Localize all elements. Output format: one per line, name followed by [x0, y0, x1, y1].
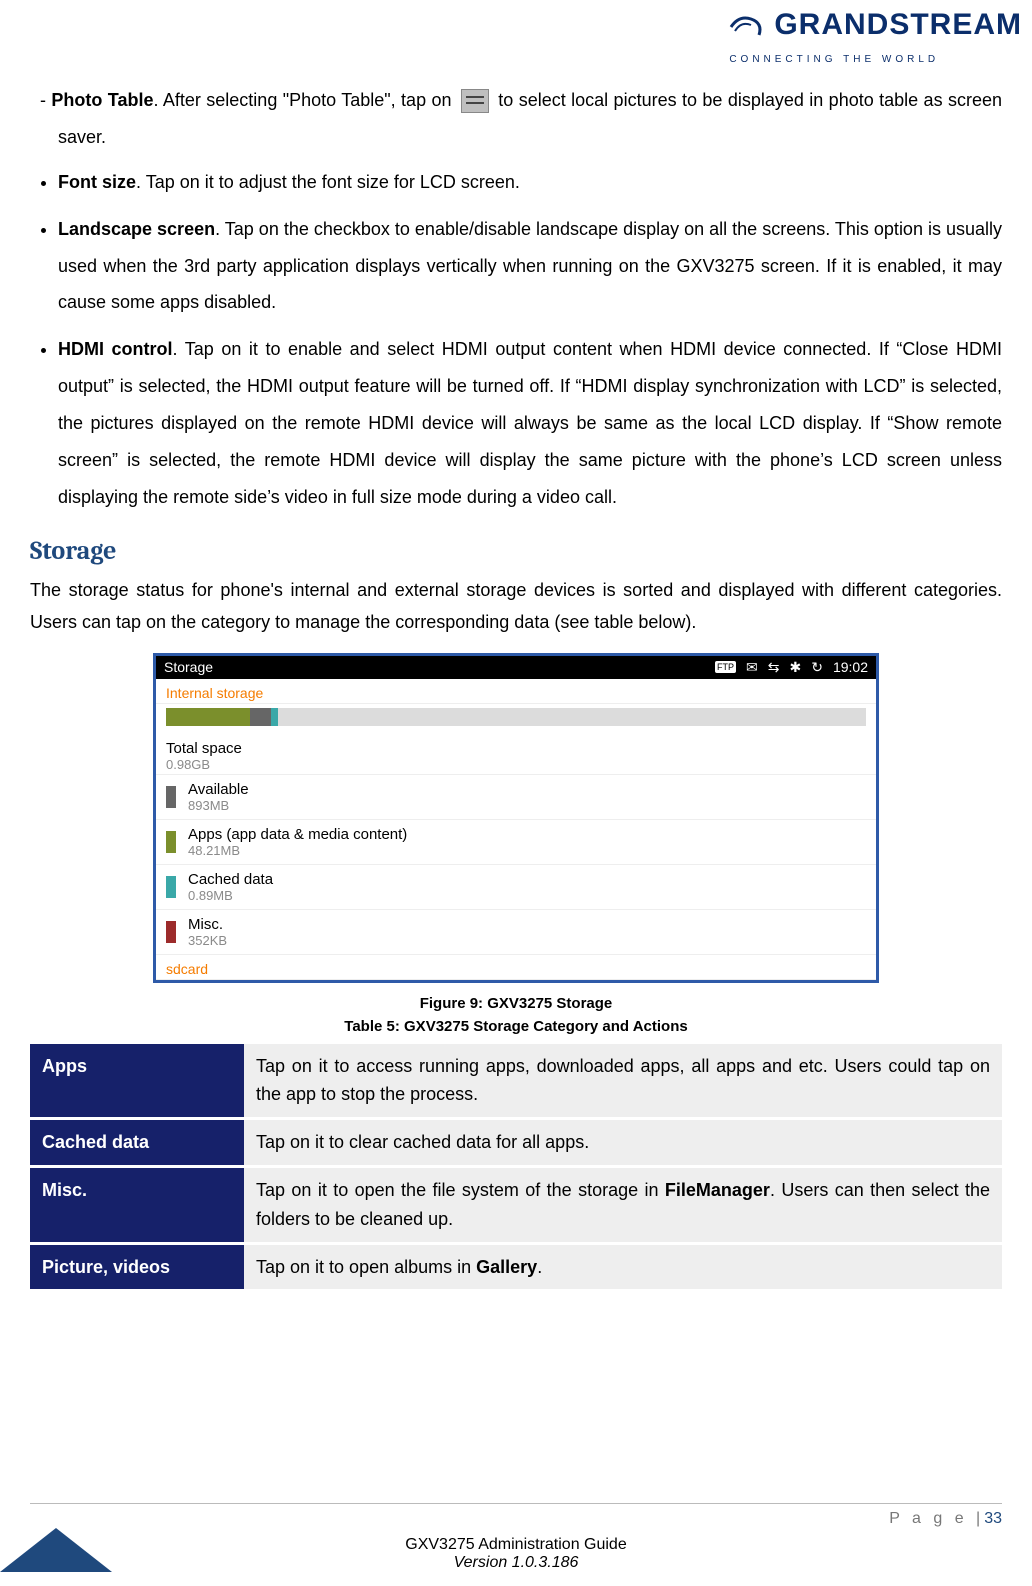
network-icon: ⇆	[768, 659, 780, 676]
row-value: 893MB	[188, 798, 249, 813]
total-value: 0.98GB	[166, 757, 866, 772]
footer-line1: GXV3275 Administration Guide	[30, 1536, 1002, 1554]
cat-desc: Tap on it to open albums in Gallery.	[244, 1245, 1002, 1290]
storage-intro: The storage status for phone's internal …	[30, 574, 1002, 639]
page-header: GRANDSTREAM CONNECTING THE WORLD	[0, 0, 1032, 67]
font-size-title: Font size	[58, 172, 136, 192]
storage-screenshot: Storage FTP ✉ ⇆ ✱ ↻ 19:02 Internal stora…	[153, 653, 879, 983]
font-size-text: . Tap on it to adjust the font size for …	[136, 172, 520, 192]
table-row: Picture, videos Tap on it to open albums…	[30, 1245, 1002, 1290]
cat-header: Apps	[30, 1044, 244, 1118]
screenshot-section-sdcard: sdcard	[156, 954, 876, 980]
brand-name: GRANDSTREAM	[774, 8, 1022, 41]
table-caption: Table 5: GXV3275 Storage Category and Ac…	[30, 1018, 1002, 1035]
cat-desc: Tap on it to open the file system of the…	[244, 1168, 1002, 1242]
list-item[interactable]: Cached data0.89MB	[156, 864, 876, 909]
row-label: Available	[188, 781, 249, 798]
cat-desc-text: Tap on it to open albums in	[256, 1257, 476, 1277]
sync-icon: ↻	[811, 659, 823, 676]
hdmi-title: HDMI control	[58, 339, 173, 359]
cat-desc-text: Tap on it to access running apps, downlo…	[256, 1056, 990, 1105]
brand-tagline: CONNECTING THE WORLD	[729, 54, 939, 65]
page-no: 33	[984, 1510, 1002, 1527]
landscape-title: Landscape screen	[58, 219, 215, 239]
page-footer: P a g e |33 GXV3275 Administration Guide…	[30, 1503, 1002, 1572]
cat-desc-text: Tap on it to clear cached data for all a…	[256, 1132, 589, 1152]
bullet-landscape: Landscape screen. Tap on the checkbox to…	[58, 211, 1002, 322]
photo-table-pre: . After selecting "Photo Table", tap on	[153, 90, 456, 110]
cat-header: Misc.	[30, 1168, 244, 1242]
clock-text: 19:02	[833, 659, 868, 675]
bar-segment-apps	[166, 708, 250, 726]
brand-logo-icon	[729, 13, 763, 46]
swatch-icon	[166, 921, 176, 943]
list-item[interactable]: Apps (app data & media content)48.21MB	[156, 819, 876, 864]
screenshot-title: Storage	[164, 659, 213, 676]
cat-desc-text: Tap on it to open the file system of the…	[256, 1180, 665, 1200]
swatch-icon	[166, 831, 176, 853]
row-label: Misc.	[188, 916, 227, 933]
page-number: P a g e |33	[30, 1510, 1002, 1528]
row-label: Cached data	[188, 871, 273, 888]
total-label: Total space	[166, 740, 866, 757]
swatch-icon	[166, 876, 176, 898]
cat-desc: Tap on it to access running apps, downlo…	[244, 1044, 1002, 1118]
brand-block: GRANDSTREAM CONNECTING THE WORLD	[729, 8, 1022, 67]
swatch-icon	[166, 786, 176, 808]
screenshot-section-internal: Internal storage	[156, 679, 876, 704]
cat-desc: Tap on it to clear cached data for all a…	[244, 1120, 1002, 1165]
cat-desc-text: .	[537, 1257, 542, 1277]
row-value: 352KB	[188, 933, 227, 948]
bullet-photo-table: Photo Table. After selecting "Photo Tabl…	[58, 82, 1002, 156]
bluetooth-icon: ✱	[789, 659, 801, 676]
photo-table-title: Photo Table	[51, 90, 153, 110]
page-content: Photo Table. After selecting "Photo Tabl…	[30, 82, 1002, 1292]
cat-desc-bold: Gallery	[476, 1257, 537, 1277]
bullet-hdmi: HDMI control. Tap on it to enable and se…	[58, 331, 1002, 515]
screenshot-titlebar: Storage FTP ✉ ⇆ ✱ ↻ 19:02	[156, 656, 876, 679]
table-row: Cached data Tap on it to clear cached da…	[30, 1120, 1002, 1165]
row-label: Apps (app data & media content)	[188, 826, 407, 843]
footer-rule	[30, 1503, 1002, 1504]
table-row: Apps Tap on it to access running apps, d…	[30, 1044, 1002, 1118]
list-item[interactable]: Misc.352KB	[156, 909, 876, 954]
screenshot-status-icons: FTP ✉ ⇆ ✱ ↻ 19:02	[715, 659, 868, 676]
bar-segment-cached	[271, 708, 278, 726]
table-row: Misc. Tap on it to open the file system …	[30, 1168, 1002, 1242]
screenshot-total: Total space 0.98GB	[156, 734, 876, 774]
footer-line2: Version 1.0.3.186	[30, 1554, 1002, 1572]
bar-segment-available	[250, 708, 271, 726]
storage-heading: Storage	[30, 536, 1002, 566]
figure-caption: Figure 9: GXV3275 Storage	[30, 995, 1002, 1012]
bullet-list: Font size. Tap on it to adjust the font …	[30, 164, 1002, 516]
ftp-icon: FTP	[715, 661, 736, 673]
mail-icon: ✉	[746, 659, 758, 676]
cat-header: Cached data	[30, 1120, 244, 1165]
bar-segment-free	[278, 708, 866, 726]
list-item[interactable]: Available893MB	[156, 774, 876, 819]
footer-triangle-icon	[0, 1528, 112, 1572]
hdmi-text: . Tap on it to enable and select HDMI ou…	[58, 339, 1002, 507]
settings-slider-icon	[461, 89, 489, 113]
category-table: Apps Tap on it to access running apps, d…	[30, 1041, 1002, 1293]
cat-desc-bold: FileManager	[665, 1180, 770, 1200]
row-value: 48.21MB	[188, 843, 407, 858]
cat-header: Picture, videos	[30, 1245, 244, 1290]
storage-usage-bar	[166, 708, 866, 726]
page-label: P a g e |	[889, 1510, 984, 1527]
bullet-font-size: Font size. Tap on it to adjust the font …	[58, 164, 1002, 201]
row-value: 0.89MB	[188, 888, 273, 903]
